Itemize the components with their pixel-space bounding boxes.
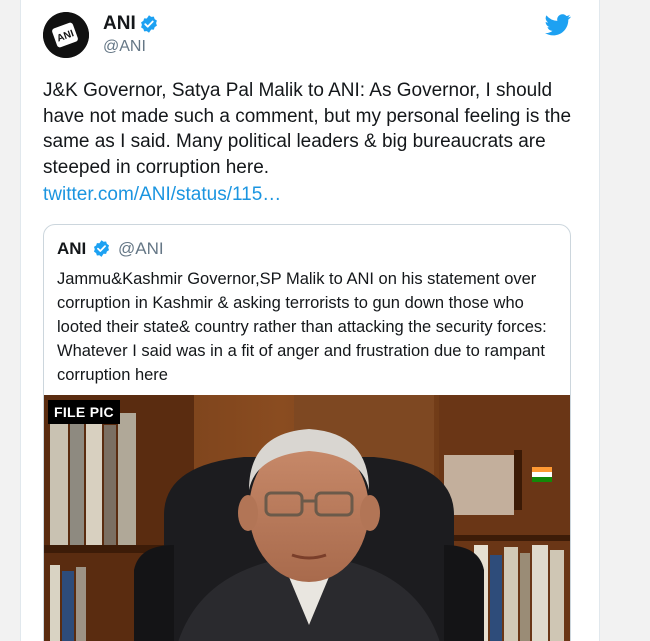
ani-logo-icon[interactable]: ANI (43, 12, 89, 58)
file-photo-image (44, 395, 570, 641)
tweet-card: ANI ANI @ANI J&K Governor, Satya Pal Mal… (20, 0, 600, 641)
verified-badge-icon (141, 15, 157, 33)
quoted-media-photo[interactable]: FILE PIC (44, 395, 570, 641)
author-handle[interactable]: @ANI (103, 38, 146, 56)
quoted-author-name[interactable]: ANI (57, 239, 86, 259)
quoted-tweet[interactable]: ANI @ANI Jammu&Kashmir Governor,SP Malik… (43, 224, 571, 641)
quoted-author-handle[interactable]: @ANI (118, 239, 164, 259)
twitter-bird-icon[interactable] (545, 14, 571, 36)
page-gutter (620, 0, 650, 641)
author-name[interactable]: ANI (103, 13, 136, 35)
file-pic-label: FILE PIC (48, 400, 120, 424)
tweet-link[interactable]: twitter.com/ANI/status/115… (43, 184, 281, 206)
verified-badge-icon (93, 240, 110, 257)
quoted-tweet-text: Jammu&Kashmir Governor,SP Malik to ANI o… (57, 270, 547, 384)
tweet-text: J&K Governor, Satya Pal Malik to ANI: As… (43, 80, 572, 178)
